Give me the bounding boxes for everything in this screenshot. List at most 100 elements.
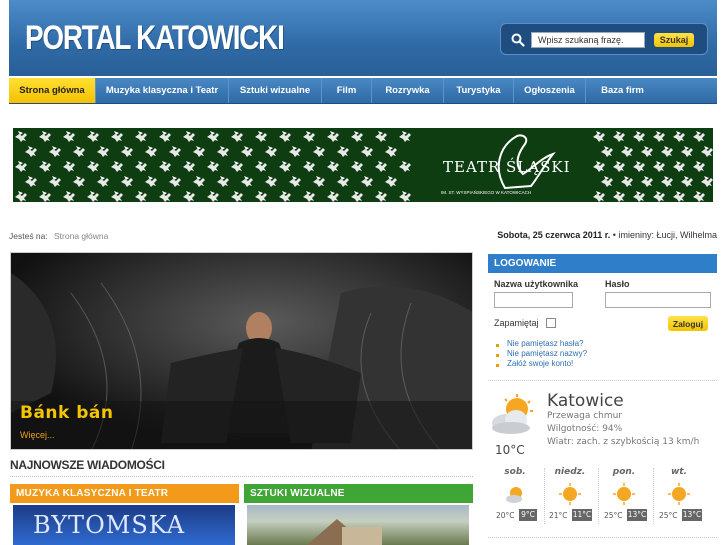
pegasus-icon [111,191,123,202]
pegasus-icon [87,161,99,172]
pegasus-icon [613,131,625,142]
weather-divider [488,537,717,538]
nav-item-music-theatre[interactable]: Muzyka klasyczna i Teatr [96,78,229,103]
pegasus-icon [621,176,633,187]
pegasus-icon [327,131,339,142]
pegasus-icon [193,176,205,187]
sun-icon [668,483,690,505]
category-visual-arts-image[interactable] [247,505,469,545]
login-heading: LOGOWANIE [488,254,717,273]
pegasus-icon [39,131,51,142]
pegasus-icon [375,191,387,202]
featured-title[interactable]: Bánk bán [20,403,114,423]
date-separator: • [612,230,616,240]
featured-article[interactable]: Bánk bán Więcej... [10,252,473,450]
pegasus-icon [385,176,397,187]
pegasus-icon [87,131,99,142]
forecast-low: 25°C [659,511,678,520]
pegasus-icon [673,191,685,202]
pegasus-icon [661,176,673,187]
pegasus-icon [207,161,219,172]
pegasus-icon [183,161,195,172]
pegasus-icon [135,191,147,202]
category-visual-arts[interactable]: SZTUKI WIZUALNE [244,484,473,545]
theatre-banner[interactable]: TEATR ŚLĄSKI IM. ST. WYSPIAŃSKIEGO W KAT… [13,128,713,202]
nav-item-visual-arts[interactable]: Sztuki wizualne [229,78,322,103]
pegasus-icon [231,131,243,142]
pegasus-icon [183,131,195,142]
weather-divider [488,380,717,381]
pegasus-icon [241,146,253,157]
pegasus-pattern [15,131,713,202]
forecast-low: 20°C [496,511,515,520]
search-box: Szukaj [500,23,708,55]
namedays: imieniny: Łucji, Wilhelma [618,230,717,240]
register-link[interactable]: Załóż swoje konto! [507,359,573,368]
site-logo[interactable]: PORTAL KATOWICKI [25,18,285,58]
pegasus-icon [183,191,195,202]
nav-item-home[interactable]: Strona główna [9,78,96,103]
weather-wind: Wiatr: zach. z szybkością 13 km/h [547,437,700,447]
pegasus-icon [15,191,27,202]
pegasus-icon [633,161,645,172]
category-visual-arts-title[interactable]: SZTUKI WIZUALNE [244,484,473,503]
pegasus-icon [375,161,387,172]
pegasus-icon [25,176,37,187]
pegasus-icon [673,131,685,142]
nav-item-tourism[interactable]: Turystyka [444,78,514,103]
category-music-theatre[interactable]: MUZYKA KLASYCZNA I TEATR BYTOMSKA [10,484,239,545]
breadcrumb-home[interactable]: Strona główna [54,231,108,241]
pegasus-icon [337,176,349,187]
search-input[interactable] [531,32,645,48]
bullet-icon [496,344,499,347]
forecast-low: 25°C [604,511,623,520]
partly-cloudy-icon [492,394,533,434]
pegasus-icon [289,146,301,157]
login-button[interactable]: Zaloguj [668,316,708,331]
forecast-divider [544,468,545,524]
teatr-slaski-logo: TEATR ŚLĄSKI IM. ST. WYSPIAŃSKIEGO W KAT… [413,128,588,202]
pegasus-icon [255,191,267,202]
category-music-theatre-title[interactable]: MUZYKA KLASYCZNA I TEATR [10,484,239,503]
nav-item-film[interactable]: Film [322,78,372,103]
pegasus-icon [255,161,267,172]
pegasus-icon [653,161,665,172]
pegasus-icon [673,161,685,172]
pegasus-icon [265,146,277,157]
password-input[interactable] [605,292,711,308]
pegasus-icon [701,176,713,187]
forecast-day: sob. [504,467,526,477]
pegasus-icon [653,131,665,142]
featured-more-link[interactable]: Więcej... [20,430,55,440]
username-input[interactable] [494,292,573,308]
pegasus-icon [613,191,625,202]
category-music-theatre-image[interactable]: BYTOMSKA [13,505,235,545]
search-button[interactable]: Szukaj [654,33,694,47]
nav-item-entertainment[interactable]: Rozrywka [372,78,444,103]
weather-city: Katowice [547,391,624,411]
pegasus-icon [681,146,693,157]
pegasus-icon [135,161,147,172]
banner-subtitle: IM. ST. WYSPIAŃSKIEGO W KATOWICACH [441,190,532,195]
nav-item-ads[interactable]: Ogłoszenia [514,78,586,103]
pegasus-icon [327,191,339,202]
news-divider [10,476,473,477]
pegasus-icon [15,131,27,142]
forgot-password-link[interactable]: Nie pamiętasz hasła? [507,339,583,348]
pegasus-icon [593,131,605,142]
search-icon[interactable] [511,33,525,47]
nav-item-business-directory[interactable]: Baza firm [586,78,659,103]
forgot-username-link[interactable]: Nie pamiętasz nazwy? [507,349,587,358]
sun-icon [559,483,581,505]
forecast-high: 13°C [627,509,647,521]
pegasus-icon [693,191,705,202]
pegasus-icon [73,176,85,187]
pegasus-icon [49,176,61,187]
pegasus-icon [601,176,613,187]
news-heading: NAJNOWSZE WIADOMOŚCI [10,458,165,472]
pegasus-icon [375,131,387,142]
pegasus-icon [399,191,411,202]
pegasus-icon [601,146,613,157]
remember-checkbox[interactable] [546,318,556,328]
remember-label: Zapamiętaj [494,318,539,328]
